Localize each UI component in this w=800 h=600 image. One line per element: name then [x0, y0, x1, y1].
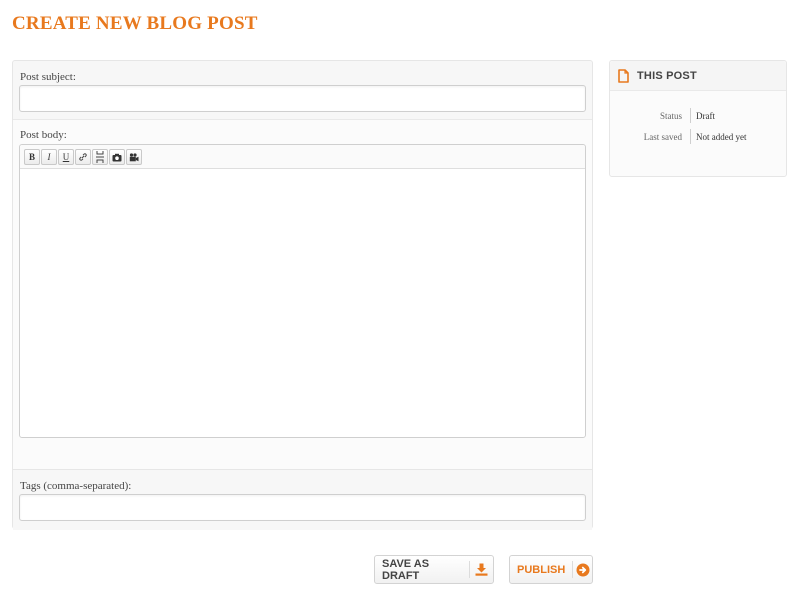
publish-button[interactable]: PUBLISH: [509, 555, 593, 584]
link-icon: [79, 153, 87, 161]
page-title: CREATE NEW BLOG POST: [12, 13, 258, 34]
subject-section: Post subject:: [13, 61, 592, 120]
this-post-header: THIS POST: [610, 61, 786, 91]
tags-section: Tags (comma-separated):: [13, 469, 592, 530]
publish-label: PUBLISH: [517, 563, 566, 576]
insert-video-button[interactable]: [126, 149, 142, 165]
body-label: Post body:: [20, 129, 67, 141]
body-editor: B I U: [19, 144, 586, 438]
camera-icon: [112, 153, 122, 161]
bold-button[interactable]: B: [24, 149, 40, 165]
body-textarea[interactable]: [20, 169, 585, 437]
last-saved-key: Last saved: [643, 131, 682, 142]
post-form: Post subject: Post body: B I U Tags (com…: [12, 60, 593, 530]
page-break-icon: [96, 151, 104, 163]
status-key: Status: [659, 110, 682, 121]
editor-toolbar: B I U: [20, 145, 585, 169]
this-post-panel: THIS POST Status Draft Last saved Not ad…: [609, 60, 787, 177]
download-icon: [470, 563, 493, 576]
tags-input[interactable]: [19, 494, 586, 521]
info-row-status: Status Draft: [610, 105, 788, 126]
last-saved-value: Not added yet: [690, 129, 746, 144]
insert-image-button[interactable]: [109, 149, 125, 165]
save-as-draft-label: SAVE AS DRAFT: [382, 557, 430, 582]
tags-label: Tags (comma-separated):: [20, 480, 132, 492]
subject-label: Post subject:: [20, 71, 76, 83]
save-as-draft-button[interactable]: SAVE AS DRAFT: [374, 555, 494, 584]
document-icon: [618, 68, 629, 83]
link-button[interactable]: [75, 149, 91, 165]
video-camera-icon: [129, 152, 139, 161]
italic-icon: I: [47, 152, 51, 162]
status-value: Draft: [690, 108, 715, 123]
bold-icon: B: [28, 152, 35, 162]
this-post-title: THIS POST: [637, 69, 697, 82]
underline-button[interactable]: U: [58, 149, 74, 165]
post-info-table: Status Draft Last saved Not added yet: [610, 105, 788, 147]
underline-icon: U: [62, 152, 70, 162]
info-row-last-saved: Last saved Not added yet: [610, 126, 788, 147]
subject-input[interactable]: [19, 85, 586, 112]
arrow-right-circle-icon: [573, 563, 592, 577]
page-break-button[interactable]: [92, 149, 108, 165]
italic-button[interactable]: I: [41, 149, 57, 165]
